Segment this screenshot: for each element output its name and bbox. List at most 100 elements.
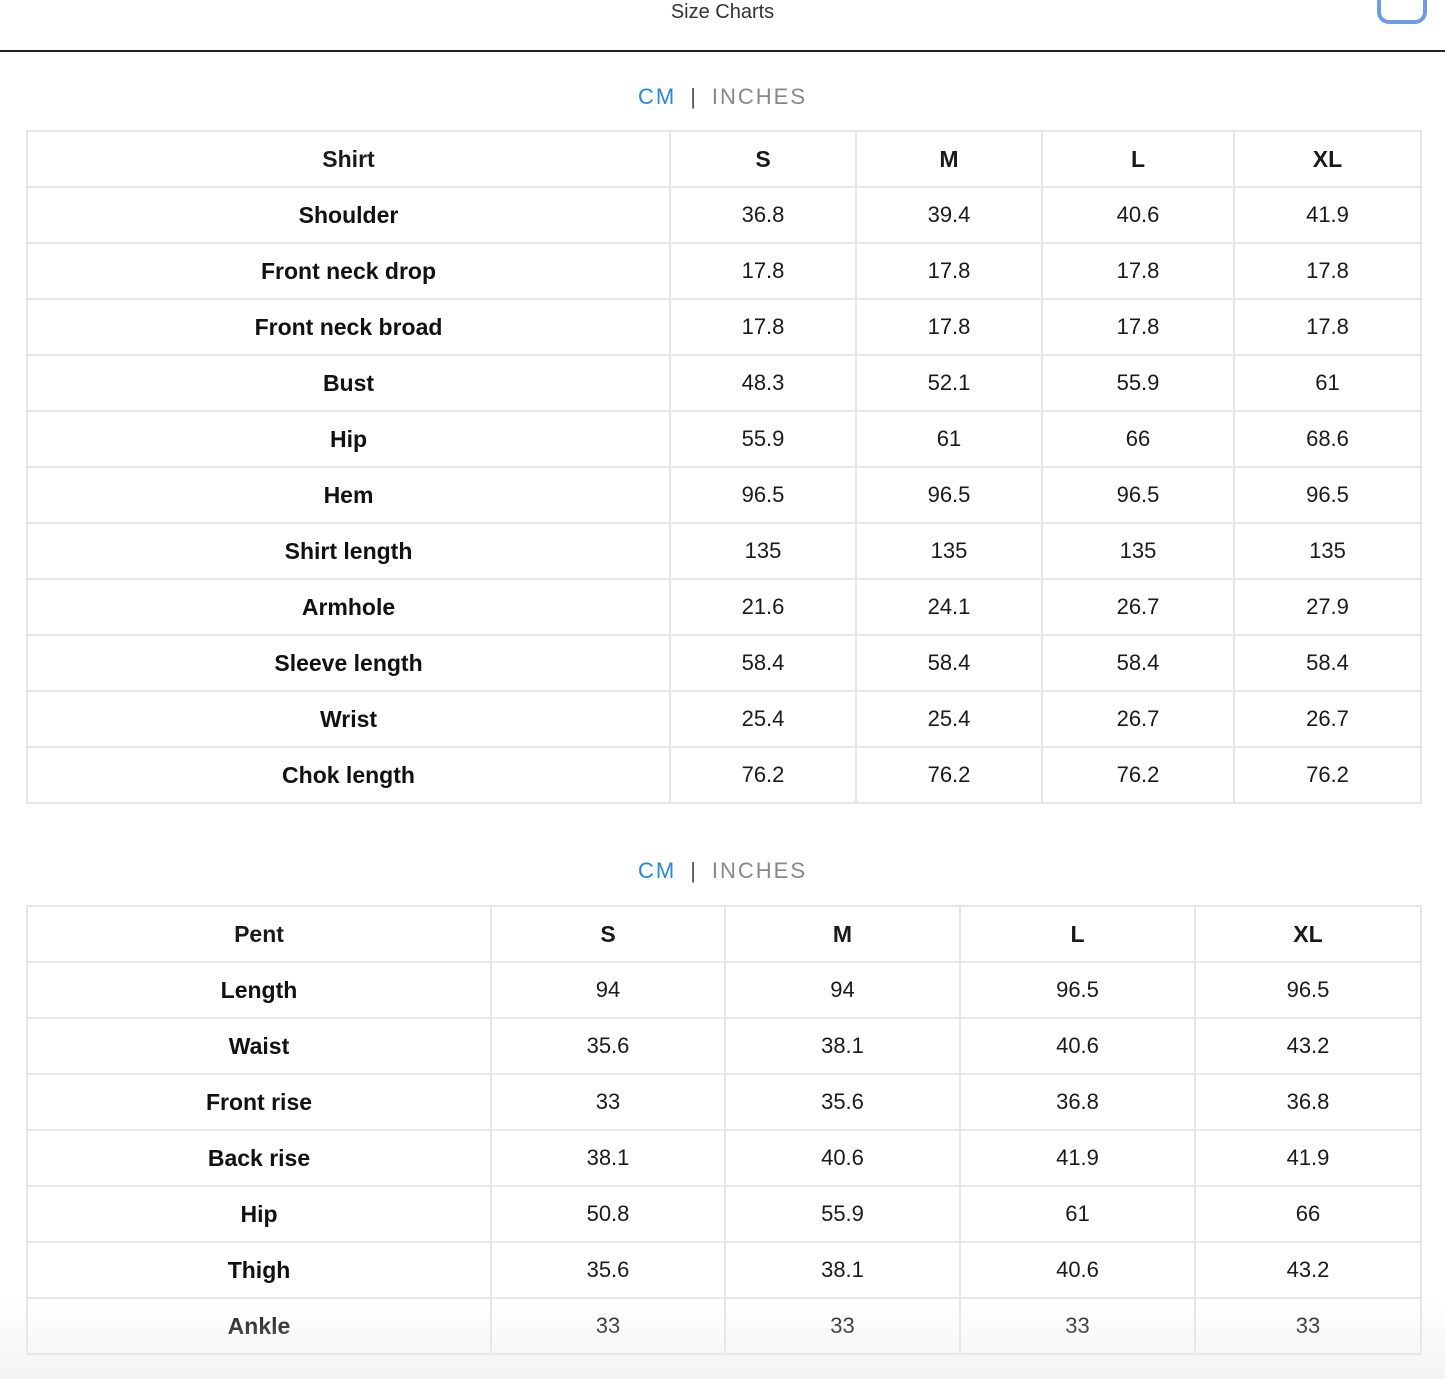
measurement-value: 41.9 xyxy=(1233,186,1422,244)
table-header-row: Shirt S M L XL xyxy=(26,130,1422,188)
measurement-value: 96.5 xyxy=(1194,961,1422,1019)
pent-size-table: Pent S M L XL Length 94 94 96.5 96.5 Waist 35.6 38.1… xyxy=(26,905,1422,1355)
table-row: Length 94 94 96.5 96.5 xyxy=(26,961,1422,1019)
pent-unit-cm[interactable]: CM xyxy=(638,858,676,883)
column-header-garment: Pent xyxy=(26,905,492,963)
measurement-value: 96.5 xyxy=(959,961,1196,1019)
measurement-label: Thigh xyxy=(26,1241,492,1299)
table-row: Sleeve length 58.4 58.4 58.4 58.4 xyxy=(26,634,1422,692)
measurement-value: 40.6 xyxy=(1041,186,1235,244)
measurement-value: 40.6 xyxy=(959,1241,1196,1299)
measurement-value: 35.6 xyxy=(724,1073,961,1131)
measurement-value: 40.6 xyxy=(724,1129,961,1187)
measurement-value: 76.2 xyxy=(855,746,1043,804)
measurement-value: 76.2 xyxy=(669,746,857,804)
table-header-row: Pent S M L XL xyxy=(26,905,1422,963)
table-row: Front neck drop 17.8 17.8 17.8 17.8 xyxy=(26,242,1422,300)
measurement-label: Length xyxy=(26,961,492,1019)
close-button[interactable] xyxy=(1377,0,1427,24)
measurement-value: 17.8 xyxy=(1233,298,1422,356)
measurement-value: 39.4 xyxy=(855,186,1043,244)
measurement-label: Waist xyxy=(26,1017,492,1075)
measurement-value: 26.7 xyxy=(1233,690,1422,748)
size-charts-page: Size Charts CM | INCHES Shirt S M L XL Shoulder… xyxy=(0,0,1445,1379)
measurement-value: 35.6 xyxy=(490,1017,726,1075)
measurement-value: 94 xyxy=(490,961,726,1019)
pent-unit-inches[interactable]: INCHES xyxy=(712,858,807,883)
measurement-value: 43.2 xyxy=(1194,1241,1422,1299)
shirt-unit-cm[interactable]: CM xyxy=(638,84,676,109)
measurement-label: Front rise xyxy=(26,1073,492,1131)
measurement-value: 76.2 xyxy=(1041,746,1235,804)
measurement-value: 135 xyxy=(669,522,857,580)
measurement-value: 41.9 xyxy=(959,1129,1196,1187)
measurement-value: 135 xyxy=(855,522,1043,580)
measurement-value: 38.1 xyxy=(724,1241,961,1299)
table-row: Hem 96.5 96.5 96.5 96.5 xyxy=(26,466,1422,524)
measurement-value: 96.5 xyxy=(669,466,857,524)
measurement-value: 17.8 xyxy=(1233,242,1422,300)
measurement-value: 17.8 xyxy=(855,242,1043,300)
measurement-value: 61 xyxy=(959,1185,1196,1243)
table-row: Back rise 38.1 40.6 41.9 41.9 xyxy=(26,1129,1422,1187)
measurement-value: 36.8 xyxy=(959,1073,1196,1131)
measurement-value: 58.4 xyxy=(1233,634,1422,692)
measurement-value: 76.2 xyxy=(1233,746,1422,804)
measurement-value: 36.8 xyxy=(1194,1073,1422,1131)
pent-unit-toggle: CM | INCHES xyxy=(0,856,1445,886)
measurement-value: 24.1 xyxy=(855,578,1043,636)
measurement-label: Ankle xyxy=(26,1297,492,1355)
measurement-value: 58.4 xyxy=(1041,634,1235,692)
table-row: Wrist 25.4 25.4 26.7 26.7 xyxy=(26,690,1422,748)
table-row: Waist 35.6 38.1 40.6 43.2 xyxy=(26,1017,1422,1075)
measurement-value: 17.8 xyxy=(855,298,1043,356)
modal-header: Size Charts xyxy=(0,0,1445,52)
measurement-label: Hip xyxy=(26,410,671,468)
measurement-value: 17.8 xyxy=(1041,242,1235,300)
unit-separator: | xyxy=(690,84,698,109)
table-row: Armhole 21.6 24.1 26.7 27.9 xyxy=(26,578,1422,636)
column-header-size: M xyxy=(855,130,1043,188)
measurement-value: 68.6 xyxy=(1233,410,1422,468)
measurement-value: 38.1 xyxy=(490,1129,726,1187)
measurement-value: 36.8 xyxy=(669,186,857,244)
measurement-label: Shirt length xyxy=(26,522,671,580)
table-row: Shirt length 135 135 135 135 xyxy=(26,522,1422,580)
measurement-value: 55.9 xyxy=(669,410,857,468)
measurement-value: 38.1 xyxy=(724,1017,961,1075)
measurement-value: 41.9 xyxy=(1194,1129,1422,1187)
table-row: Ankle 33 33 33 33 xyxy=(26,1297,1422,1355)
measurement-label: Chok length xyxy=(26,746,671,804)
measurement-label: Wrist xyxy=(26,690,671,748)
measurement-value: 17.8 xyxy=(1041,298,1235,356)
shirt-unit-inches[interactable]: INCHES xyxy=(712,84,807,109)
table-row: Thigh 35.6 38.1 40.6 43.2 xyxy=(26,1241,1422,1299)
measurement-value: 25.4 xyxy=(669,690,857,748)
measurement-value: 26.7 xyxy=(1041,690,1235,748)
measurement-label: Shoulder xyxy=(26,186,671,244)
measurement-value: 61 xyxy=(855,410,1043,468)
measurement-value: 33 xyxy=(490,1297,726,1355)
measurement-value: 33 xyxy=(1194,1297,1422,1355)
measurement-value: 40.6 xyxy=(959,1017,1196,1075)
column-header-garment: Shirt xyxy=(26,130,671,188)
measurement-value: 17.8 xyxy=(669,298,857,356)
measurement-value: 135 xyxy=(1041,522,1235,580)
measurement-value: 55.9 xyxy=(1041,354,1235,412)
table-row: Shoulder 36.8 39.4 40.6 41.9 xyxy=(26,186,1422,244)
measurement-value: 96.5 xyxy=(1233,466,1422,524)
measurement-value: 58.4 xyxy=(669,634,857,692)
measurement-value: 26.7 xyxy=(1041,578,1235,636)
measurement-value: 52.1 xyxy=(855,354,1043,412)
column-header-size: L xyxy=(959,905,1196,963)
measurement-value: 94 xyxy=(724,961,961,1019)
measurement-value: 135 xyxy=(1233,522,1422,580)
measurement-value: 61 xyxy=(1233,354,1422,412)
column-header-size: L xyxy=(1041,130,1235,188)
unit-separator: | xyxy=(690,858,698,883)
measurement-value: 25.4 xyxy=(855,690,1043,748)
measurement-value: 33 xyxy=(724,1297,961,1355)
measurement-value: 66 xyxy=(1194,1185,1422,1243)
measurement-label: Armhole xyxy=(26,578,671,636)
table-row: Chok length 76.2 76.2 76.2 76.2 xyxy=(26,746,1422,804)
